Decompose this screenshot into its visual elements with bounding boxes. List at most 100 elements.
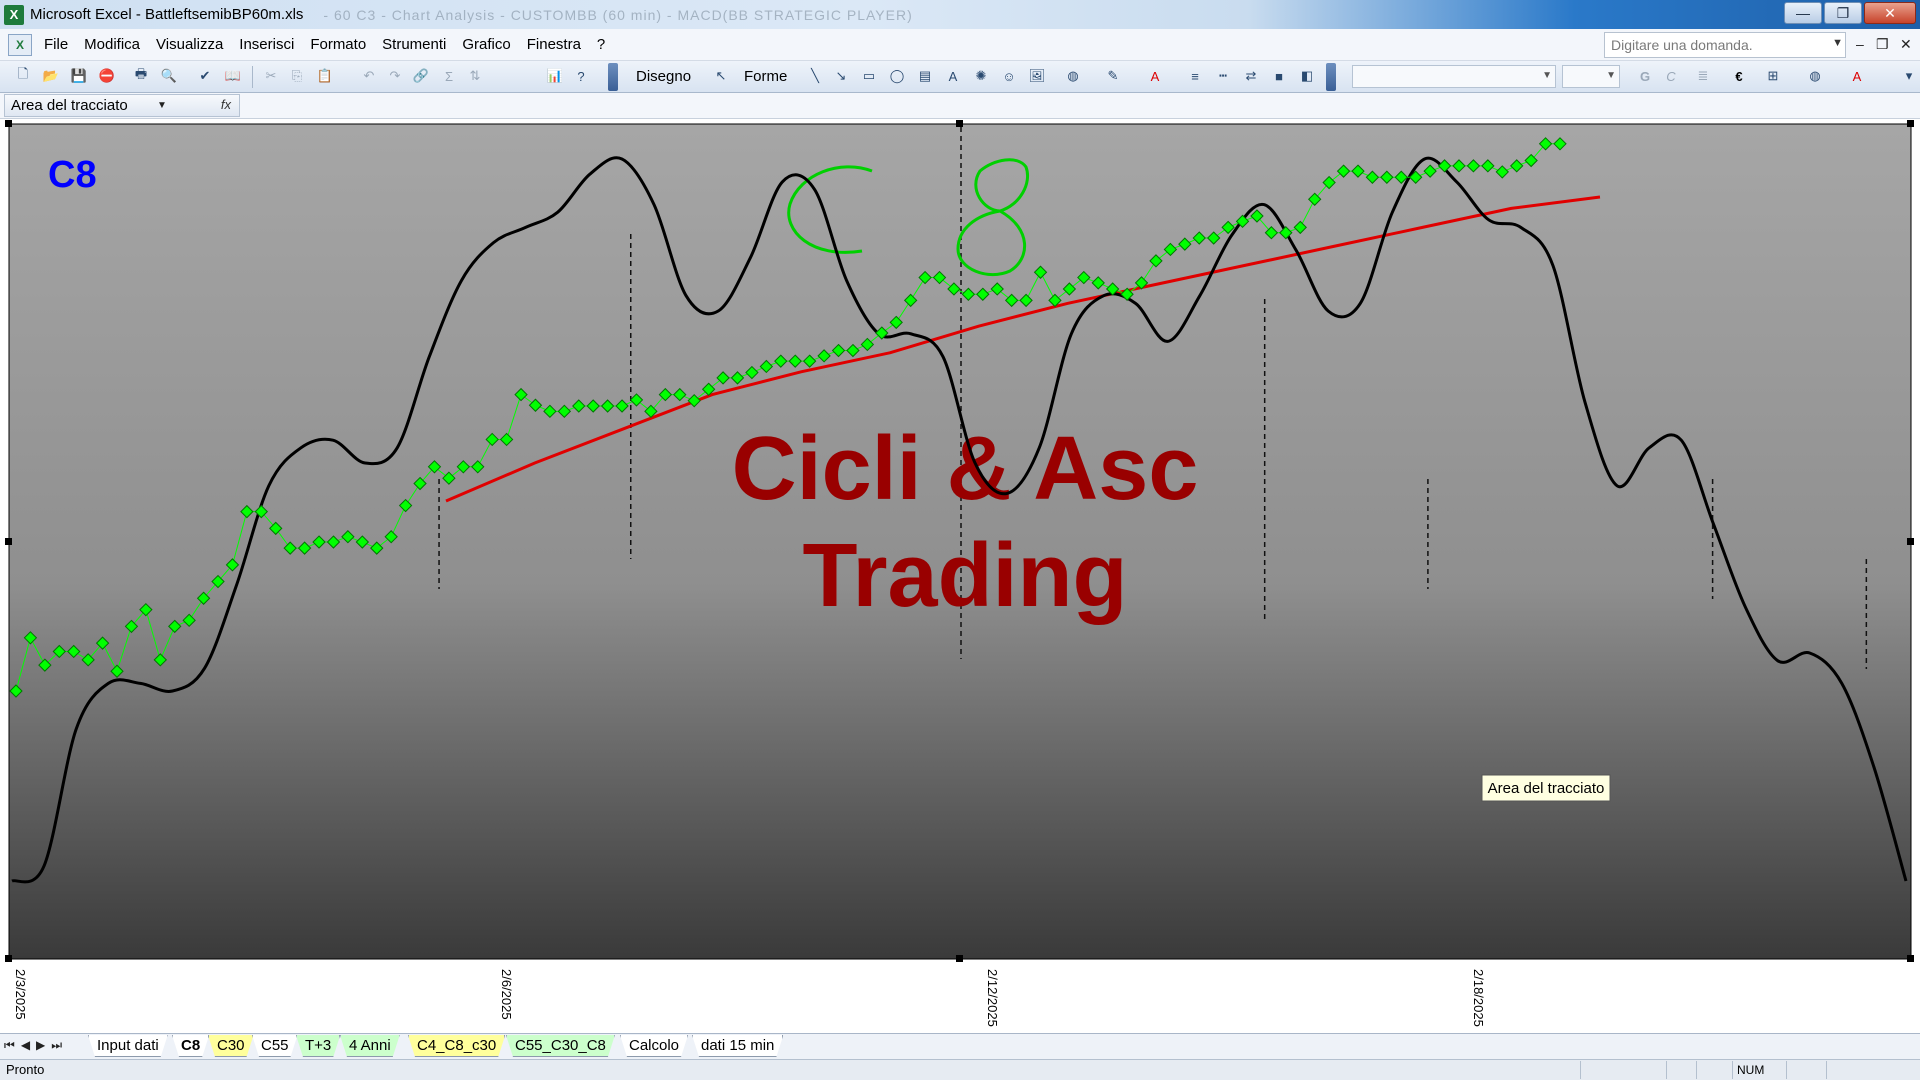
selection-handle[interactable] (1907, 955, 1914, 962)
chart-svg[interactable]: Cicli & Asc Trading C8 2/3/2025 2/6/2025… (0, 119, 1920, 1033)
menu-inserisci[interactable]: Inserisci (239, 36, 294, 53)
euro-icon[interactable]: € (1730, 67, 1748, 85)
watermark-line-2: Trading (802, 526, 1127, 626)
picture-icon[interactable]: 🖼 (1028, 67, 1046, 85)
menu-visualizza[interactable]: Visualizza (156, 36, 223, 53)
help-icon[interactable]: ? (572, 67, 590, 85)
toolbar-options-icon[interactable]: ▾ (1900, 67, 1918, 85)
cut-icon[interactable]: ✂ (262, 67, 280, 85)
menu-grafico[interactable]: Grafico (462, 36, 510, 53)
draw-menu-button[interactable]: Disegno (636, 68, 691, 85)
selection-handle[interactable] (956, 120, 963, 127)
sheet-tab-dati-15-min[interactable]: dati 15 min (692, 1035, 783, 1057)
borders-icon[interactable]: ⊞ (1764, 67, 1782, 85)
toolbar: 🗋 📂 💾 ⛔ 🖶 🔍 ✔ 📖 ✂ ⎘ 📋 ↶ ↷ 🔗 Σ ⇅ 📊 ? Dise… (0, 61, 1920, 93)
chart-element-selector[interactable]: Area del tracciato ▼ fx (4, 94, 240, 117)
restore-button[interactable]: ❐ (1824, 2, 1862, 24)
excel-icon: X (4, 4, 24, 25)
toolbar-grip[interactable] (1326, 63, 1336, 91)
sheet-tab-c4-c8-c30[interactable]: C4_C8_c30 (408, 1035, 505, 1057)
undo-icon[interactable]: ↶ (360, 67, 378, 85)
sheet-tab-4-anni[interactable]: 4 Anni (340, 1035, 400, 1057)
first-sheet-icon[interactable]: ⏮ (4, 1038, 15, 1053)
selection-handle[interactable] (5, 120, 12, 127)
font-color-icon[interactable]: A (1146, 67, 1164, 85)
sheet-tab-c55[interactable]: C55 (252, 1035, 298, 1057)
x-tick-label: 2/18/2025 (1471, 969, 1486, 1027)
font-size-select[interactable]: ▼ (1562, 65, 1620, 88)
font-name-select[interactable]: ▼ (1352, 65, 1556, 88)
chevron-down-icon[interactable]: ▼ (1832, 37, 1843, 49)
dash-style-icon[interactable]: ┅ (1214, 67, 1232, 85)
doc-restore-button[interactable]: ❐ (1876, 36, 1889, 53)
sheet-tab-c30[interactable]: C30 (208, 1035, 254, 1057)
toolbar-grip[interactable] (608, 63, 618, 91)
select-objects-icon[interactable]: ↖ (712, 67, 730, 85)
sheet-tab-c55-c30-c8[interactable]: C55_C30_C8 (506, 1035, 615, 1057)
workbook-icon[interactable]: X (8, 33, 32, 56)
menu-strumenti[interactable]: Strumenti (382, 36, 446, 53)
line-icon[interactable]: ╲ (806, 67, 824, 85)
selection-handle[interactable] (1907, 538, 1914, 545)
textbox-icon[interactable]: ▤ (916, 67, 934, 85)
selection-handle[interactable] (1907, 120, 1914, 127)
arrow-style-icon[interactable]: ⇄ (1242, 67, 1260, 85)
prev-sheet-icon[interactable]: ◀ (21, 1038, 30, 1053)
sort-icon[interactable]: ⇅ (466, 67, 484, 85)
x-tick-label: 2/3/2025 (13, 969, 28, 1020)
doc-minimize-button[interactable]: – (1856, 36, 1864, 52)
sheet-tab-t3[interactable]: T+3 (296, 1035, 340, 1057)
print-icon[interactable]: 🖶 (132, 66, 150, 85)
sheet-tab-calcolo[interactable]: Calcolo (620, 1035, 688, 1057)
font-color-icon[interactable]: A (1848, 67, 1866, 85)
chart-area[interactable]: Cicli & Asc Trading C8 2/3/2025 2/6/2025… (0, 119, 1920, 1033)
fill-color-icon[interactable]: ◍ (1064, 67, 1082, 85)
sheet-tab-c8[interactable]: C8 (172, 1035, 209, 1057)
minimize-button[interactable]: — (1784, 2, 1822, 24)
fill-bucket-icon[interactable]: ◍ (1806, 67, 1824, 85)
new-icon[interactable]: 🗋 (14, 66, 32, 85)
line-style-icon[interactable]: ≡ (1186, 67, 1204, 85)
chevron-down-icon[interactable]: ▼ (157, 100, 167, 111)
redo-icon[interactable]: ↷ (386, 67, 404, 85)
ask-question-input[interactable]: Digitare una domanda. ▼ (1604, 32, 1846, 58)
selection-handle[interactable] (5, 538, 12, 545)
shadow-icon[interactable]: ■ (1270, 67, 1288, 85)
menu-finestra[interactable]: Finestra (527, 36, 581, 53)
print-preview-icon[interactable]: 🔍 (160, 67, 178, 85)
menu-help[interactable]: ? (597, 36, 605, 53)
permission-icon[interactable]: ⛔ (98, 67, 116, 85)
save-icon[interactable]: 💾 (70, 67, 88, 85)
research-icon[interactable]: 📖 (224, 67, 242, 85)
rectangle-icon[interactable]: ▭ (860, 67, 878, 85)
wordart-icon[interactable]: A (944, 67, 962, 85)
italic-icon[interactable]: C (1662, 67, 1680, 85)
copy-icon[interactable]: ⎘ (288, 67, 306, 85)
menu-file[interactable]: File (44, 36, 68, 53)
open-icon[interactable]: 📂 (42, 67, 60, 85)
selection-handle[interactable] (5, 955, 12, 962)
oval-icon[interactable]: ◯ (888, 67, 906, 85)
next-sheet-icon[interactable]: ▶ (36, 1038, 45, 1053)
last-sheet-icon[interactable]: ⏭ (51, 1038, 62, 1053)
hyperlink-icon[interactable]: 🔗 (412, 67, 430, 85)
autosum-icon[interactable]: Σ (440, 67, 458, 85)
sheet-tab-input-dati[interactable]: Input dati (88, 1035, 168, 1057)
menu-formato[interactable]: Formato (310, 36, 366, 53)
doc-close-button[interactable]: ✕ (1900, 36, 1912, 53)
close-button[interactable]: ✕ (1864, 2, 1916, 24)
3d-icon[interactable]: ◧ (1298, 67, 1316, 85)
bold-icon[interactable]: G (1636, 67, 1654, 85)
arrow-icon[interactable]: ↘ (832, 67, 850, 85)
menu-modifica[interactable]: Modifica (84, 36, 140, 53)
align-icon[interactable]: ≣ (1694, 67, 1712, 85)
paste-icon[interactable]: 📋 (316, 67, 334, 85)
spelling-icon[interactable]: ✔ (196, 67, 214, 85)
diagram-icon[interactable]: ✺ (972, 67, 990, 85)
shapes-menu-button[interactable]: Forme (744, 68, 787, 85)
clipart-icon[interactable]: ☺ (1000, 67, 1018, 85)
chart-wizard-icon[interactable]: 📊 (546, 67, 564, 85)
line-color-icon[interactable]: ✎ (1104, 67, 1122, 85)
function-icon[interactable]: fx (221, 97, 231, 112)
selection-handle[interactable] (956, 955, 963, 962)
